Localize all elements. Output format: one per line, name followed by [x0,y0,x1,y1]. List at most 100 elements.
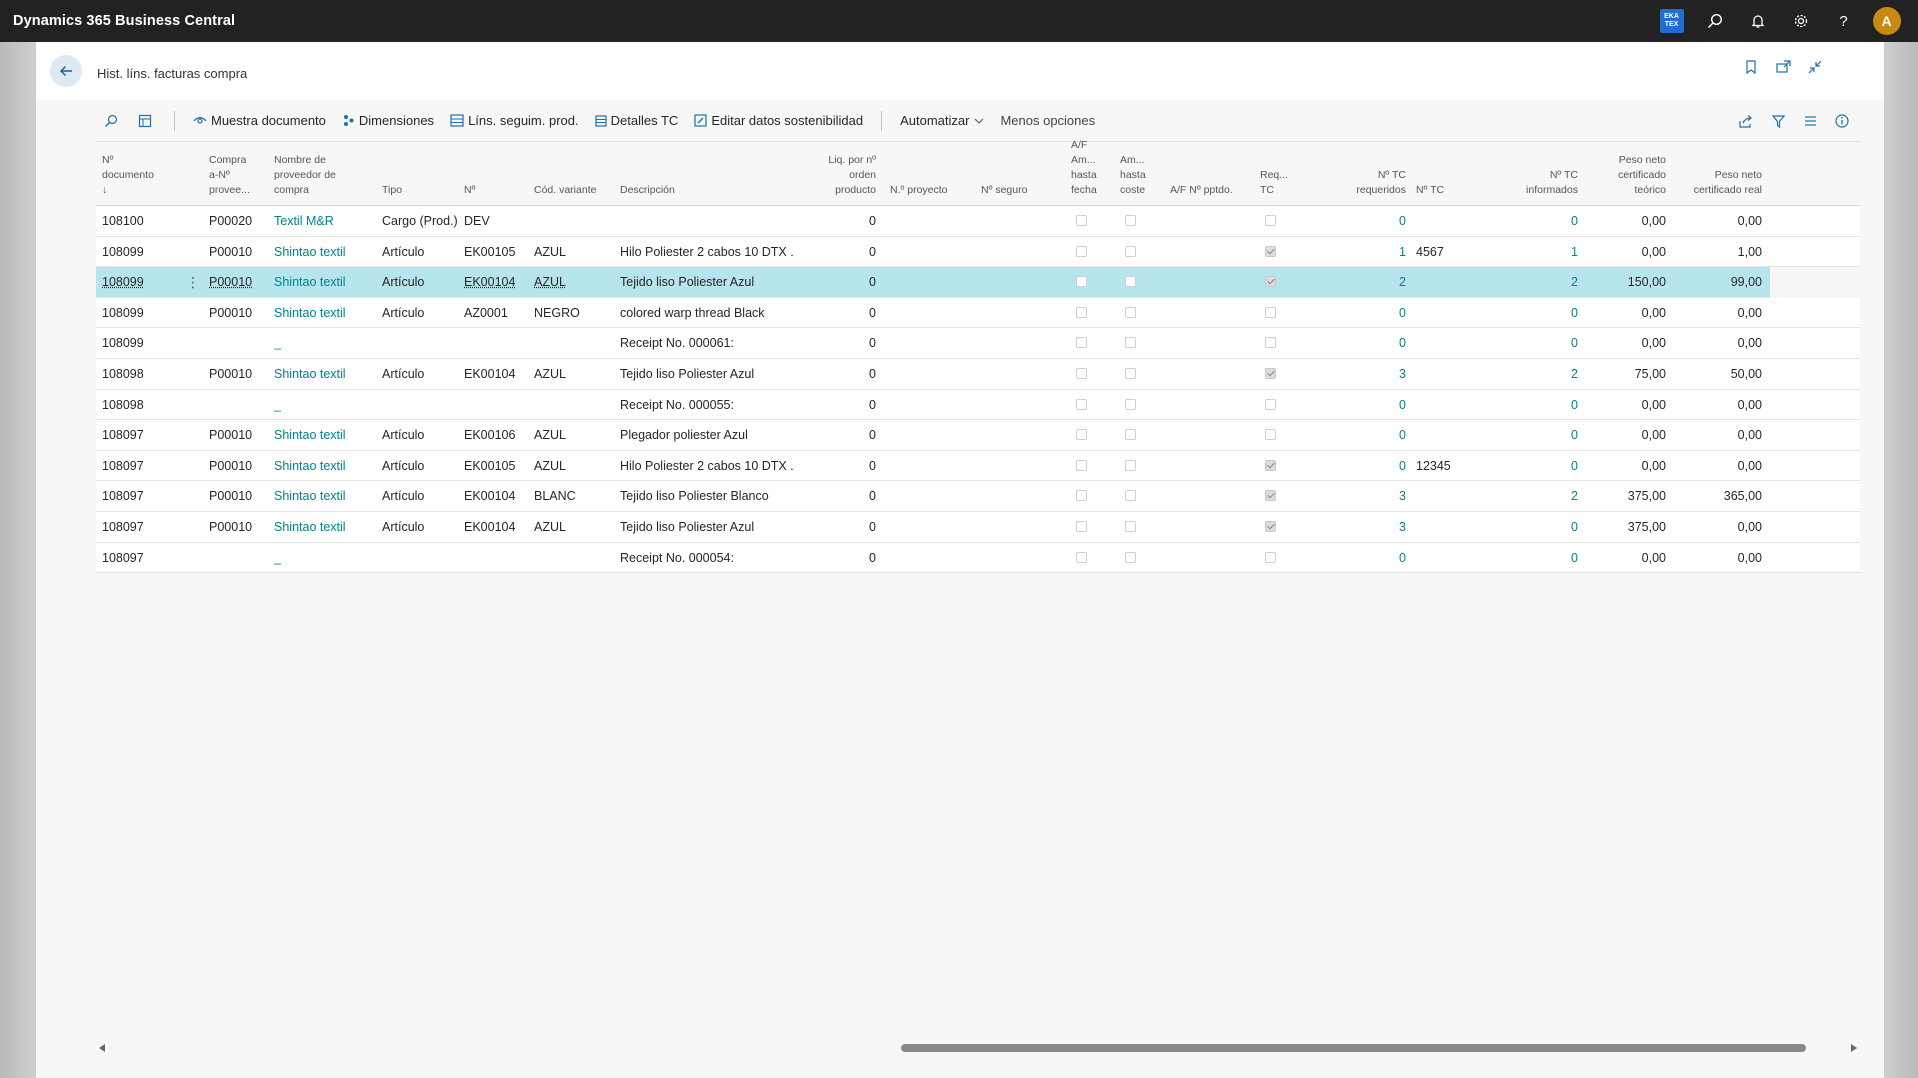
row-actions-icon[interactable]: ⋮ [186,267,200,297]
col-header-req-tc[interactable]: Req... TC [1260,168,1288,198]
checkbox-am-cost[interactable] [1125,276,1136,288]
dimensions-button[interactable]: Dimensiones [334,106,442,136]
col-header-type[interactable]: Tipo [382,183,402,198]
search-list-button[interactable] [96,106,130,136]
cell-vendor-name[interactable]: _ [274,390,374,420]
list-view-icon[interactable] [1796,106,1828,136]
col-header-am-cost[interactable]: Am... hasta coste [1120,153,1146,198]
checkbox-am-cost[interactable] [1125,429,1136,441]
checkbox-am-cost[interactable] [1125,490,1136,502]
cell-tc-required[interactable]: 0 [1316,390,1406,420]
table-row[interactable]: 108099 P00010 Shintao textil Artículo EK0010… [96,267,1770,298]
cell-vendor-name[interactable]: Shintao textil [274,512,374,542]
help-icon[interactable]: ? [1822,0,1865,42]
checkbox-am-cost[interactable] [1125,215,1136,226]
checkbox-af-date[interactable] [1076,429,1087,441]
checkbox-req-tc[interactable] [1265,429,1276,441]
col-header-no[interactable]: Nº [464,183,475,198]
show-document-button[interactable]: Muestra documento [185,106,334,136]
cell-vendor-name[interactable]: Shintao textil [274,359,374,389]
checkbox-req-tc[interactable] [1265,490,1276,502]
cell-tc-informed[interactable]: 2 [1486,267,1578,297]
checkbox-req-tc[interactable] [1265,276,1276,288]
table-row[interactable]: 108099 P00010 Shintao textil Artículo AZ0001… [96,297,1860,329]
col-header-liq[interactable]: Liq. por nº orden producto [796,153,876,198]
cell-vendor-name[interactable]: Shintao textil [274,267,374,297]
cell-tc-informed[interactable]: 0 [1486,451,1578,481]
table-row[interactable]: 108099 _ Receipt No. 000061: 0 0 0 0,00 0,00 [96,328,1860,359]
open-new-window-icon[interactable] [1774,58,1792,76]
col-header-tc-informed[interactable]: Nº TC informados [1486,168,1578,198]
col-header-doc-no[interactable]: Nº documento ↓ [102,153,154,198]
cell-tc-required[interactable]: 3 [1316,512,1406,542]
cell-tc-informed[interactable]: 0 [1486,543,1578,573]
checkbox-req-tc[interactable] [1265,398,1276,410]
checkbox-req-tc[interactable] [1265,215,1276,226]
cell-vendor-name[interactable]: Shintao textil [274,451,374,481]
automate-menu-button[interactable]: Automatizar [892,106,992,136]
cell-tc-informed[interactable]: 0 [1486,420,1578,450]
col-header-variant[interactable]: Cód. variante [534,183,596,198]
col-header-tc-required[interactable]: Nº TC requeridos [1316,168,1406,198]
share-icon[interactable] [1732,106,1764,136]
table-row[interactable]: 108100 P00020 Textil M&R Cargo (Prod.) DEV 0 0… [96,206,1860,237]
table-row[interactable]: 108099 P00010 Shintao textil Artículo EK0010… [96,236,1860,268]
cell-tc-informed[interactable]: 0 [1486,206,1578,236]
table-row[interactable]: 108097 P00010 Shintao textil Artículo EK0010… [96,481,1860,512]
cell-tc-informed[interactable]: 0 [1486,512,1578,542]
checkbox-af-date[interactable] [1076,337,1087,349]
table-row[interactable]: 108097 P00010 Shintao textil Artículo EK0010… [96,450,1860,482]
col-header-description[interactable]: Descripción [620,183,675,198]
checkbox-af-date[interactable] [1076,459,1087,471]
col-header-tc-no[interactable]: Nº TC [1416,183,1444,198]
item-tracking-lines-button[interactable]: Líns. seguim. prod. [442,106,587,136]
cell-tc-required[interactable]: 0 [1316,543,1406,573]
cell-vendor-name[interactable]: Textil M&R [274,206,374,236]
cell-tc-required[interactable]: 0 [1316,298,1406,328]
checkbox-am-cost[interactable] [1125,398,1136,410]
collapse-icon[interactable] [1806,58,1824,76]
checkbox-req-tc[interactable] [1265,245,1276,257]
scroll-left-icon[interactable] [99,1044,105,1052]
user-avatar-button[interactable]: A [1865,0,1908,42]
col-header-vendor-name[interactable]: Nombre de proveedor de compra [274,153,336,198]
col-header-af-pending[interactable]: A/F Nº pptdo. [1170,183,1233,198]
col-header-buy-from[interactable]: Compra a-Nº provee... [209,153,250,198]
cell-tc-required[interactable]: 1 [1316,237,1406,267]
checkbox-af-date[interactable] [1076,245,1087,257]
cell-tc-required[interactable]: 0 [1316,206,1406,236]
cell-tc-required[interactable]: 3 [1316,359,1406,389]
checkbox-af-date[interactable] [1076,398,1087,410]
cell-vendor-name[interactable]: _ [274,328,374,358]
gear-icon[interactable] [1779,0,1822,42]
cell-tc-informed[interactable]: 1 [1486,237,1578,267]
checkbox-am-cost[interactable] [1125,520,1136,532]
cell-vendor-name[interactable]: _ [274,543,374,573]
tc-details-button[interactable]: Detalles TC [587,106,687,136]
cell-tc-required[interactable]: 0 [1316,451,1406,481]
col-header-net-real[interactable]: Peso neto certificado real [1672,168,1762,198]
checkbox-req-tc[interactable] [1265,337,1276,349]
back-button[interactable] [50,55,82,87]
cell-tc-required[interactable]: 3 [1316,481,1406,511]
checkbox-am-cost[interactable] [1125,551,1136,563]
checkbox-req-tc[interactable] [1265,459,1276,471]
checkbox-req-tc[interactable] [1265,306,1276,318]
checkbox-af-date[interactable] [1076,215,1087,226]
checkbox-af-date[interactable] [1076,276,1087,288]
bookmark-icon[interactable] [1742,58,1760,76]
cell-vendor-name[interactable]: Shintao textil [274,237,374,267]
checkbox-am-cost[interactable] [1125,367,1136,379]
bell-icon[interactable] [1736,0,1779,42]
table-row[interactable]: 108098 P00010 Shintao textil Artículo EK0010… [96,358,1860,390]
checkbox-req-tc[interactable] [1265,551,1276,563]
cell-vendor-name[interactable]: Shintao textil [274,420,374,450]
col-header-insurance[interactable]: Nº seguro [981,183,1027,198]
scroll-right-icon[interactable] [1851,1044,1857,1052]
table-row[interactable]: 108097 _ Receipt No. 000054: 0 0 0 0,00 0,00 [96,542,1860,574]
cell-tc-informed[interactable]: 2 [1486,359,1578,389]
cell-vendor-name[interactable]: Shintao textil [274,481,374,511]
table-row[interactable]: 108097 P00010 Shintao textil Artículo EK0010… [96,511,1860,543]
cell-tc-informed[interactable]: 2 [1486,481,1578,511]
checkbox-am-cost[interactable] [1125,245,1136,257]
